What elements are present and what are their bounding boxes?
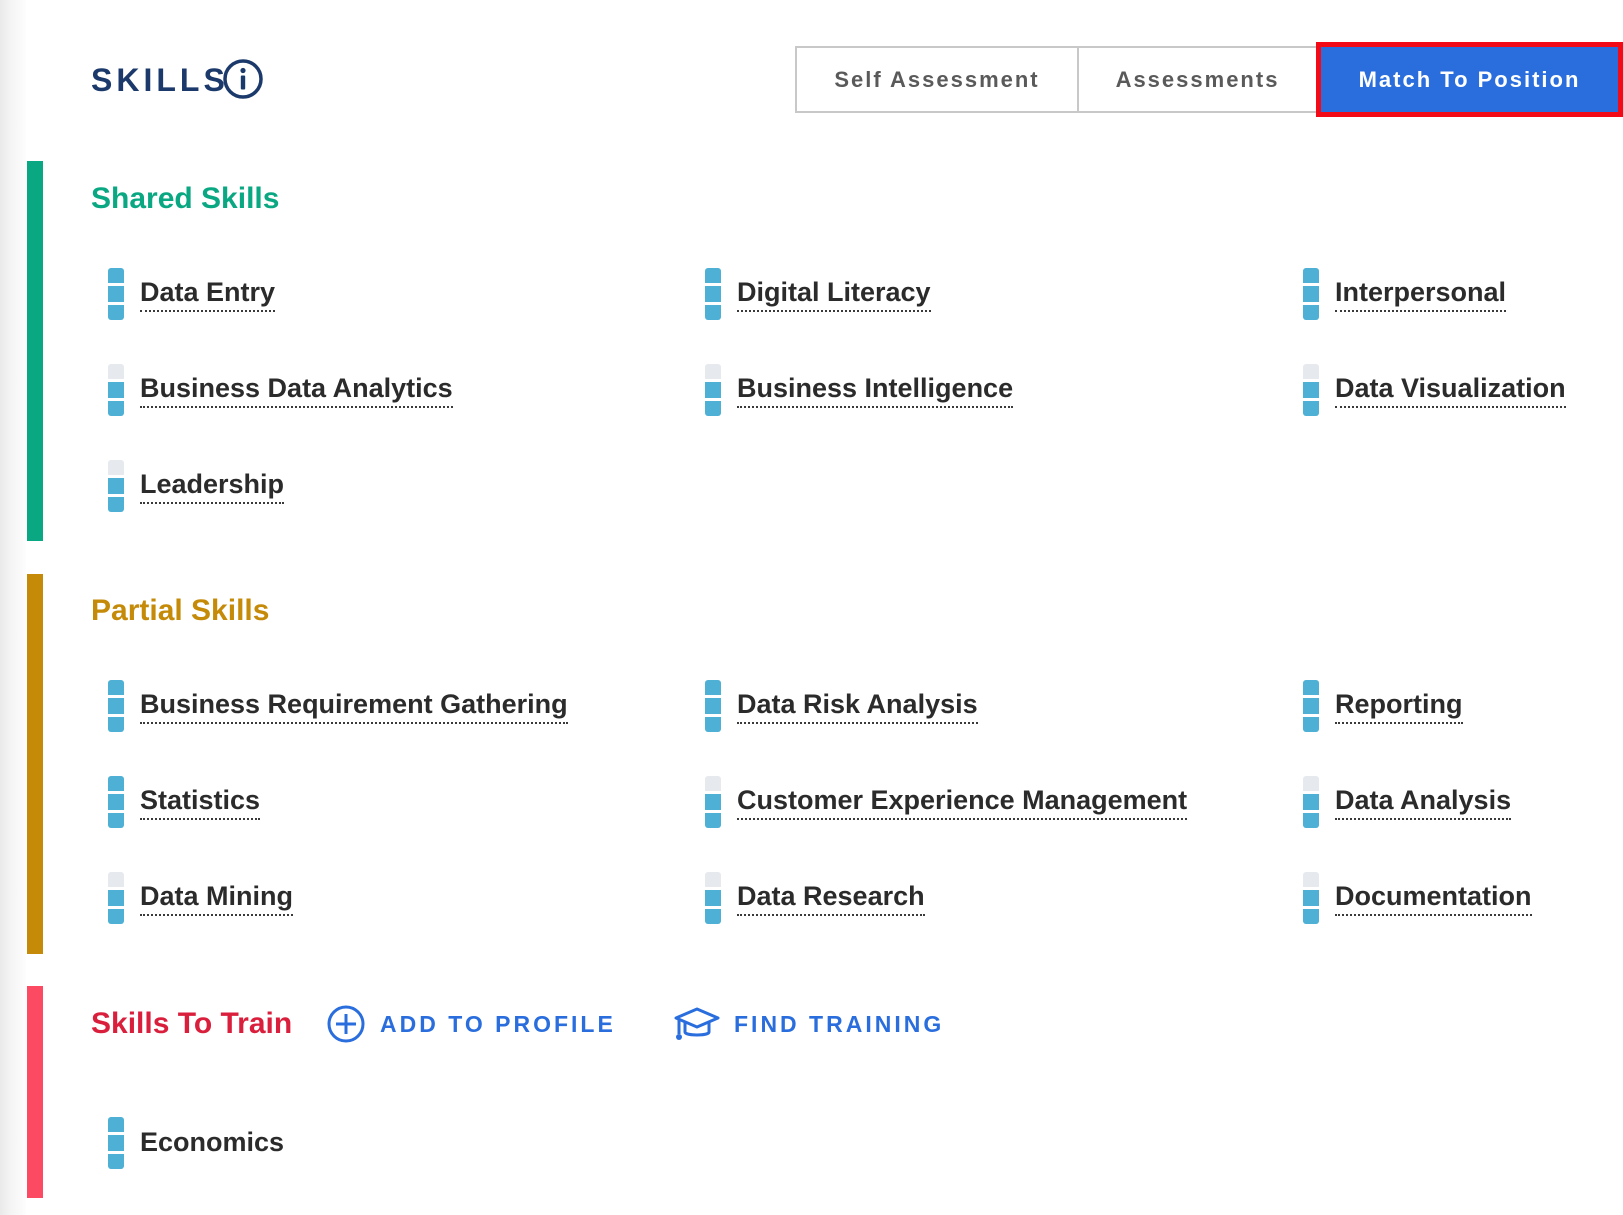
skill-label[interactable]: Business Requirement Gathering bbox=[140, 688, 568, 724]
skill-level-indicator bbox=[108, 364, 124, 416]
skill-label[interactable]: Customer Experience Management bbox=[737, 784, 1188, 820]
info-icon[interactable] bbox=[222, 58, 264, 100]
skill-level-indicator bbox=[705, 364, 721, 416]
skill-label[interactable]: Reporting bbox=[1335, 688, 1463, 724]
skill-item[interactable]: Data Risk Analysis bbox=[705, 680, 978, 732]
skill-item[interactable]: Data Research bbox=[705, 872, 925, 924]
graduation-cap-icon bbox=[674, 1007, 720, 1040]
skill-item[interactable]: Statistics bbox=[108, 776, 261, 828]
skill-item[interactable]: Business Requirement Gathering bbox=[108, 680, 568, 732]
skill-level-indicator bbox=[108, 872, 124, 924]
shared-skills-bar bbox=[27, 161, 43, 541]
skill-item[interactable]: Economics bbox=[108, 1117, 284, 1169]
skill-label[interactable]: Data Analysis bbox=[1335, 784, 1512, 820]
skill-label[interactable]: Data Visualization bbox=[1335, 372, 1566, 408]
skill-item[interactable]: Data Visualization bbox=[1303, 364, 1566, 416]
skill-label[interactable]: Economics bbox=[140, 1126, 284, 1160]
skill-level-indicator bbox=[108, 1117, 124, 1169]
skill-item[interactable]: Data Entry bbox=[108, 268, 276, 320]
skill-item[interactable]: Business Intelligence bbox=[705, 364, 1014, 416]
page-left-edge bbox=[0, 0, 26, 1215]
skill-label[interactable]: Statistics bbox=[140, 784, 261, 820]
skill-item[interactable]: Customer Experience Management bbox=[705, 776, 1188, 828]
skill-level-indicator bbox=[1303, 364, 1319, 416]
skill-label[interactable]: Business Data Analytics bbox=[140, 372, 453, 408]
skill-level-indicator bbox=[705, 268, 721, 320]
skill-level-indicator bbox=[108, 680, 124, 732]
page-title: SKILLS bbox=[91, 62, 229, 98]
skill-level-indicator bbox=[108, 268, 124, 320]
find-training-button[interactable]: FIND TRAINING bbox=[674, 1004, 944, 1044]
self-assessment-tab[interactable]: Self Assessment bbox=[795, 46, 1078, 113]
add-to-profile-button[interactable]: ADD TO PROFILE bbox=[326, 1004, 616, 1044]
add-to-profile-label: ADD TO PROFILE bbox=[380, 1010, 616, 1037]
skill-level-indicator bbox=[1303, 872, 1319, 924]
partial-skills-title: Partial Skills bbox=[91, 594, 270, 627]
skill-level-indicator bbox=[1303, 268, 1319, 320]
skill-level-indicator bbox=[705, 776, 721, 828]
assessments-tab[interactable]: Assessments bbox=[1078, 46, 1316, 113]
partial-skills-bar bbox=[27, 574, 43, 954]
skill-label[interactable]: Data Risk Analysis bbox=[737, 688, 978, 724]
skill-label[interactable]: Leadership bbox=[140, 468, 285, 504]
skill-label[interactable]: Data Research bbox=[737, 880, 925, 916]
skill-item[interactable]: Reporting bbox=[1303, 680, 1463, 732]
skill-item[interactable]: Data Analysis bbox=[1303, 776, 1512, 828]
skill-label[interactable]: Business Intelligence bbox=[737, 372, 1014, 408]
skills-to-train-title: Skills To Train bbox=[91, 1007, 293, 1040]
add-circle-icon bbox=[327, 1005, 365, 1043]
skill-item[interactable]: Interpersonal bbox=[1303, 268, 1507, 320]
skill-level-indicator bbox=[1303, 680, 1319, 732]
skill-level-indicator bbox=[1303, 776, 1319, 828]
shared-skills-title: Shared Skills bbox=[91, 182, 280, 215]
skills-to-train-bar bbox=[27, 986, 43, 1198]
skill-label[interactable]: Documentation bbox=[1335, 880, 1532, 916]
skill-level-indicator bbox=[705, 872, 721, 924]
skill-label[interactable]: Data Entry bbox=[140, 276, 276, 312]
skill-item[interactable]: Digital Literacy bbox=[705, 268, 931, 320]
skill-level-indicator bbox=[705, 680, 721, 732]
skill-level-indicator bbox=[108, 776, 124, 828]
skill-item[interactable]: Data Mining bbox=[108, 872, 293, 924]
match-to-position-tab[interactable]: Match To Position bbox=[1316, 42, 1623, 117]
find-training-label: FIND TRAINING bbox=[734, 1010, 945, 1037]
skill-item[interactable]: Business Data Analytics bbox=[108, 364, 453, 416]
skill-level-indicator bbox=[108, 460, 124, 512]
skill-label[interactable]: Digital Literacy bbox=[737, 276, 931, 312]
skill-item[interactable]: Leadership bbox=[108, 460, 285, 512]
skill-item[interactable]: Documentation bbox=[1303, 872, 1532, 924]
skill-label[interactable]: Data Mining bbox=[140, 880, 293, 916]
skill-label[interactable]: Interpersonal bbox=[1335, 276, 1507, 312]
